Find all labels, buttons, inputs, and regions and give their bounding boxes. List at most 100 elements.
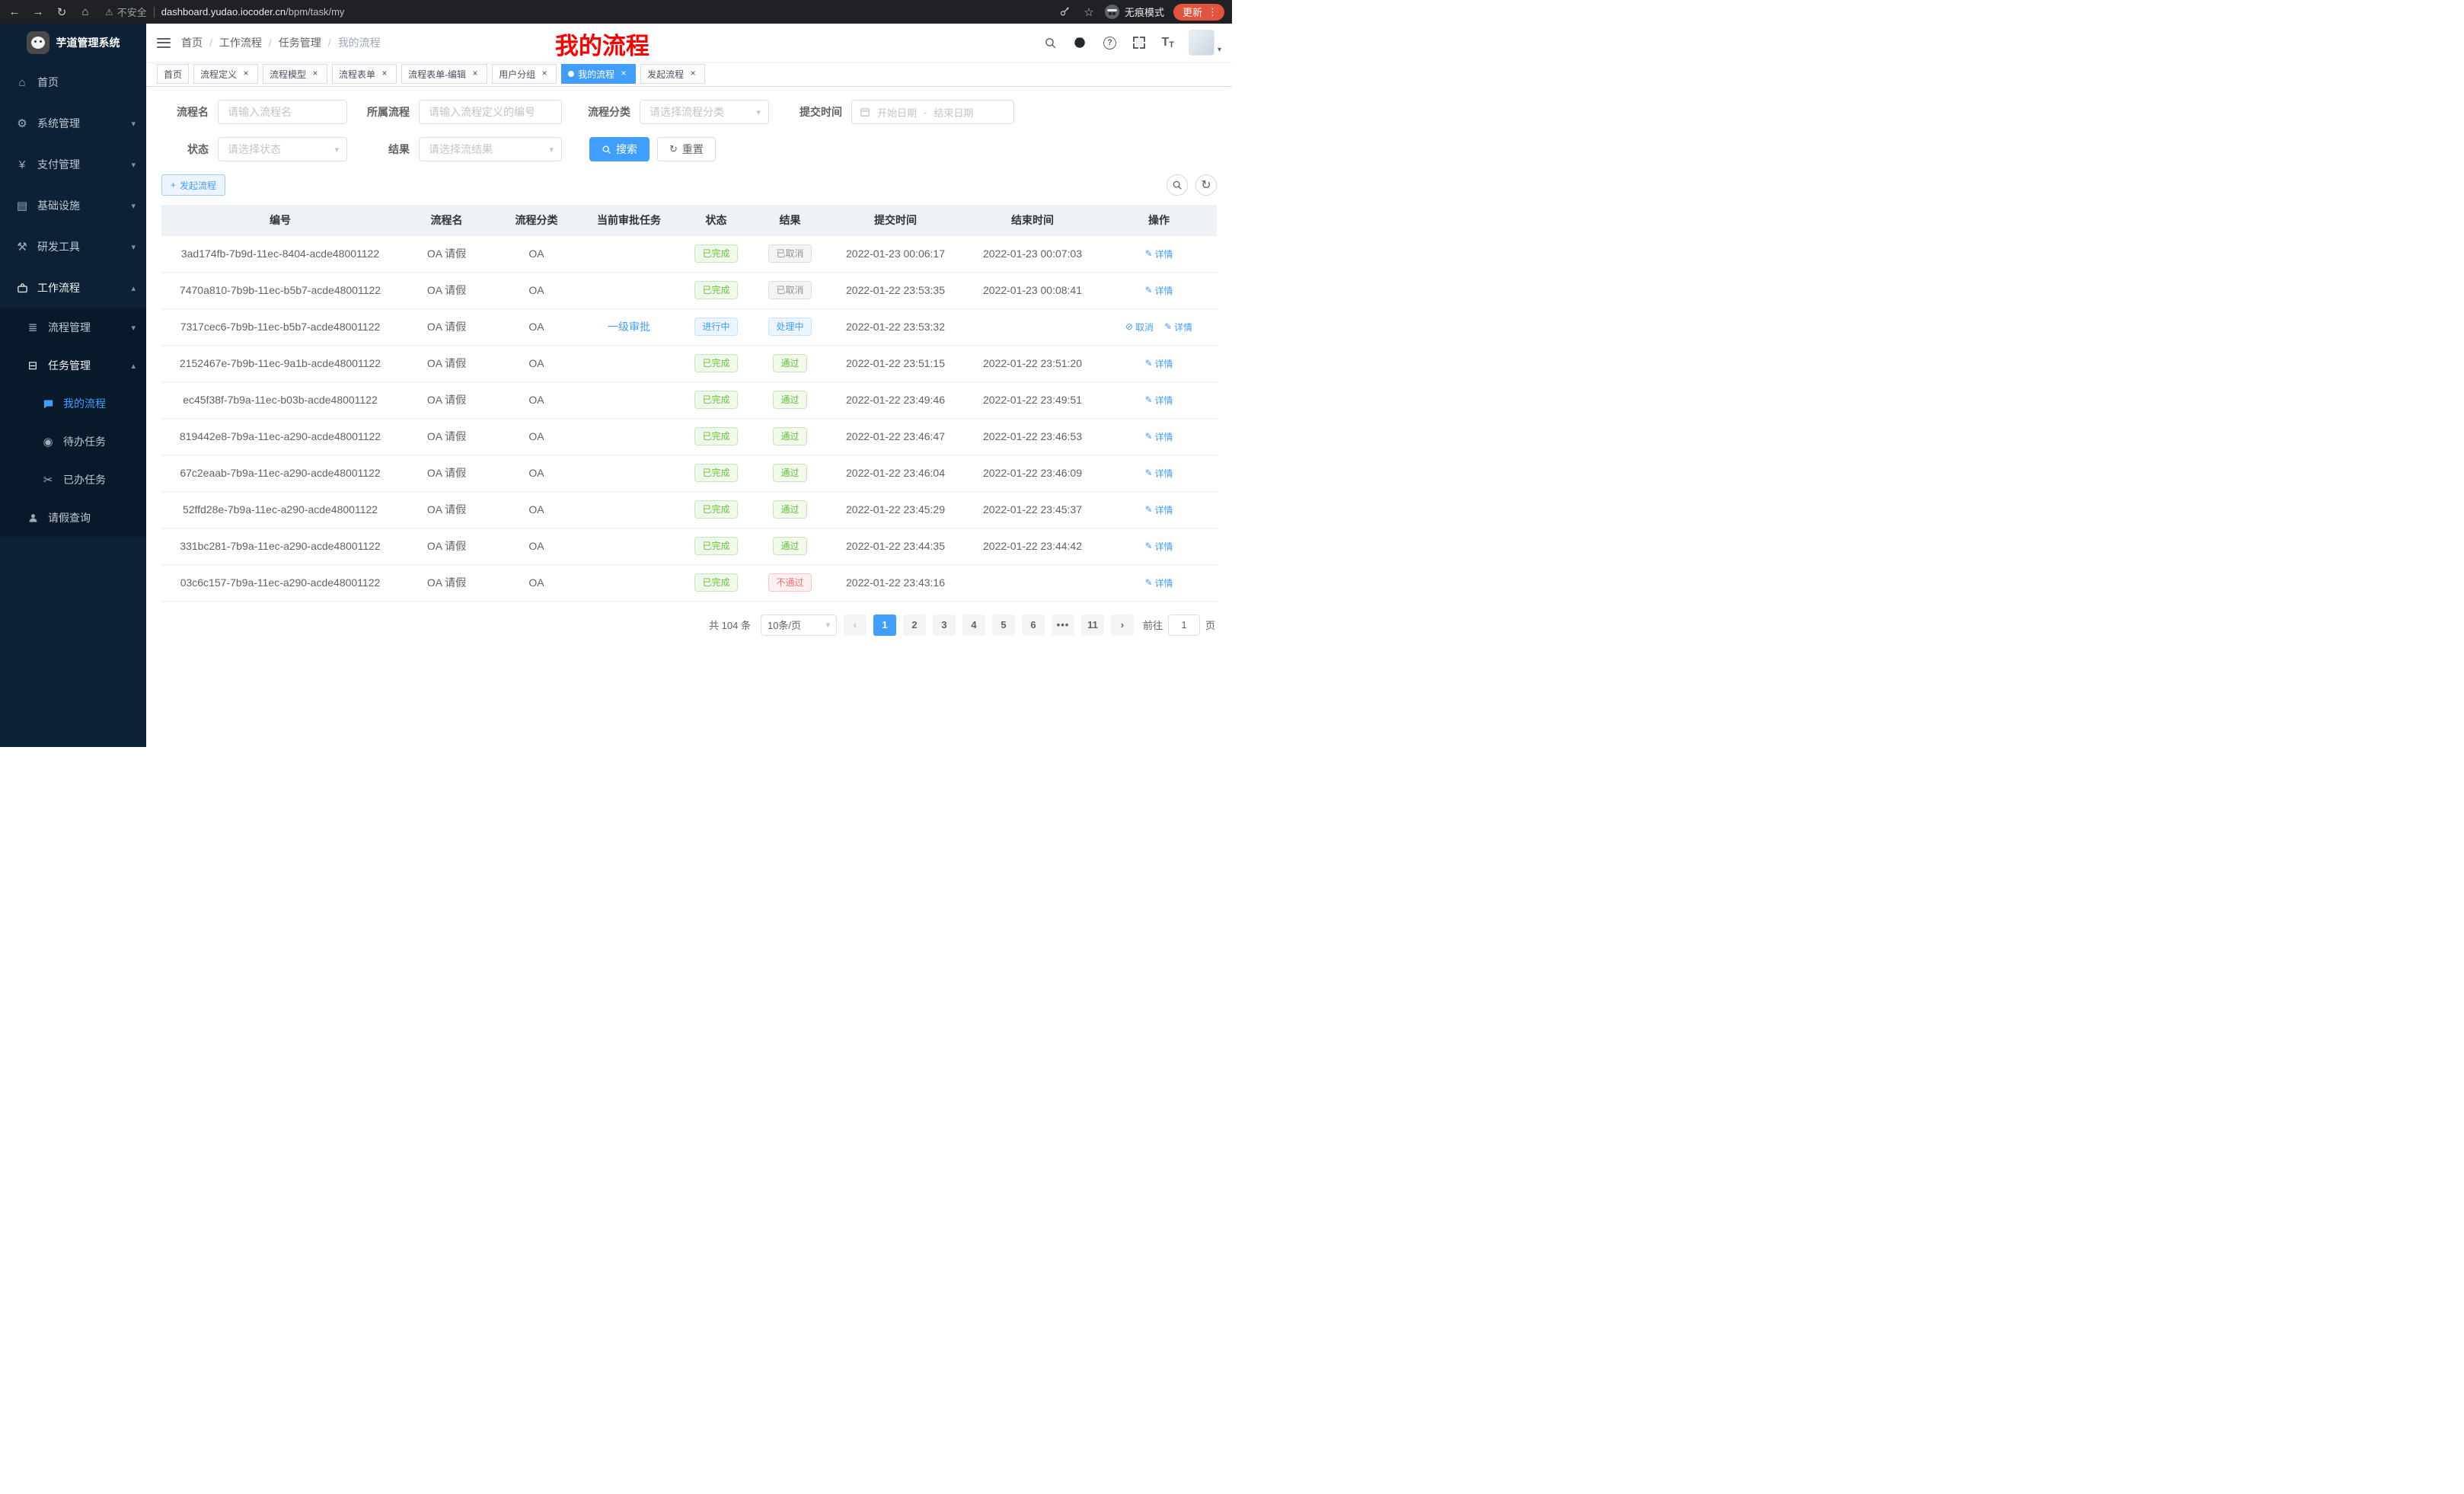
font-size-icon[interactable]: TT (1161, 36, 1174, 49)
status-badge: 已完成 (694, 427, 737, 445)
sidebar-item-label: 基础设施 (37, 198, 80, 213)
help-icon[interactable]: ? (1102, 35, 1117, 50)
tab-label: 流程表单-编辑 (408, 68, 466, 81)
sidebar-item-workflow[interactable]: 工作流程 ▴ (0, 267, 146, 308)
browser-back-button[interactable]: ← (8, 5, 21, 18)
sidebar-item-my-process[interactable]: 我的流程 (0, 385, 146, 423)
detail-link[interactable]: ✎详情 (1144, 540, 1173, 553)
tab-process-definition[interactable]: 流程定义 × (193, 64, 258, 84)
close-icon[interactable]: × (310, 69, 321, 79)
page-button-3[interactable]: 3 (933, 615, 956, 636)
sidebar-item-leave-query[interactable]: 请假查询 (0, 499, 146, 537)
link-label: 取消 (1135, 321, 1154, 334)
close-icon[interactable]: × (379, 69, 390, 79)
cell-id: ec45f38f-7b9a-11ec-b03b-acde48001122 (161, 381, 399, 418)
filter-status: 状态 请选择状态 ▾ (161, 137, 347, 161)
cell-end-time (964, 308, 1101, 345)
sidebar-item-process-management[interactable]: ≣ 流程管理 ▾ (0, 308, 146, 346)
detail-link[interactable]: ✎详情 (1164, 321, 1192, 334)
toggle-search-button[interactable] (1167, 174, 1188, 196)
tab-home[interactable]: 首页 (157, 64, 189, 84)
status-select[interactable]: 请选择状态 ▾ (218, 137, 347, 161)
fullscreen-icon[interactable] (1131, 35, 1147, 50)
tab-process-form-edit[interactable]: 流程表单-编辑 × (401, 64, 487, 84)
user-menu[interactable]: ▾ (1189, 30, 1221, 56)
cancel-link[interactable]: ⊘取消 (1125, 321, 1154, 334)
sidebar-item-label: 支付管理 (37, 157, 80, 172)
page-button-6[interactable]: 6 (1022, 615, 1045, 636)
sidebar-item-infrastructure[interactable]: ▤ 基础设施 ▾ (0, 185, 146, 226)
more-pages-button[interactable]: ••• (1052, 615, 1074, 636)
next-page-button[interactable]: › (1111, 615, 1134, 636)
cell-task (579, 235, 679, 272)
current-task-link[interactable]: 一级审批 (608, 321, 650, 333)
close-icon[interactable]: × (539, 69, 550, 79)
sidebar-item-system[interactable]: ⚙ 系统管理 ▾ (0, 103, 146, 144)
sidebar-item-label: 我的流程 (63, 396, 106, 411)
search-button[interactable]: 搜索 (589, 137, 650, 161)
breadcrumb-task-management[interactable]: 任务管理 (279, 35, 321, 50)
table-row: 7317cec6-7b9b-11ec-b5b7-acde48001122 OA … (161, 308, 1217, 345)
browser-reload-button[interactable]: ↻ (55, 5, 69, 19)
sidebar-item-home[interactable]: ⌂ 首页 (0, 62, 146, 103)
search-icon[interactable] (1042, 35, 1058, 50)
tab-start-process[interactable]: 发起流程 × (640, 64, 705, 84)
result-select[interactable]: 请选择流结果 ▾ (419, 137, 562, 161)
tab-my-process[interactable]: 我的流程 × (561, 64, 636, 84)
browser-forward-button[interactable]: → (31, 5, 45, 18)
cell-name: OA 请假 (399, 272, 494, 308)
page-button-1[interactable]: 1 (873, 615, 896, 636)
detail-link[interactable]: ✎详情 (1144, 467, 1173, 480)
date-range-picker[interactable]: 开始日期 - 结束日期 (851, 100, 1014, 124)
refresh-icon: ↻ (669, 143, 678, 155)
hamburger-icon[interactable] (146, 24, 181, 62)
page-button-11[interactable]: 11 (1081, 615, 1104, 636)
logo[interactable]: 芋道管理系统 (0, 24, 146, 62)
sidebar-item-devtools[interactable]: ⚒ 研发工具 ▾ (0, 226, 146, 267)
prev-page-button[interactable]: ‹ (844, 615, 867, 636)
github-icon[interactable] (1072, 35, 1087, 50)
sidebar-item-payment[interactable]: ¥ 支付管理 ▾ (0, 144, 146, 185)
sidebar-item-done-tasks[interactable]: ✂ 已办任务 (0, 461, 146, 499)
breadcrumb-workflow[interactable]: 工作流程 (219, 35, 262, 50)
close-icon[interactable]: × (241, 69, 251, 79)
cell-submit-time: 2022-01-22 23:49:46 (827, 381, 964, 418)
parent-process-input[interactable] (419, 100, 562, 124)
close-icon[interactable]: × (688, 69, 698, 79)
detail-link[interactable]: ✎详情 (1144, 394, 1173, 407)
tab-process-form[interactable]: 流程表单 × (332, 64, 397, 84)
close-icon[interactable]: × (618, 69, 629, 79)
browser-menu-kebab-icon[interactable]: ⋮ (1208, 6, 1218, 18)
detail-link[interactable]: ✎详情 (1144, 503, 1173, 516)
update-button[interactable]: 更新 ⋮ (1173, 4, 1224, 21)
page-button-2[interactable]: 2 (903, 615, 926, 636)
breadcrumb-home[interactable]: 首页 (181, 35, 203, 50)
cell-end-time: 2022-01-23 00:07:03 (964, 235, 1101, 272)
page-button-4[interactable]: 4 (962, 615, 985, 636)
browser-home-button[interactable]: ⌂ (78, 5, 92, 18)
sidebar-item-todo-tasks[interactable]: ◉ 待办任务 (0, 423, 146, 461)
start-process-button[interactable]: + 发起流程 (161, 174, 225, 196)
tab-user-group[interactable]: 用户分组 × (492, 64, 557, 84)
page-size-select[interactable]: 10条/页 ▾ (761, 615, 837, 636)
bookmark-star-icon[interactable]: ☆ (1082, 5, 1096, 19)
detail-link[interactable]: ✎详情 (1144, 247, 1173, 260)
security-indicator[interactable]: ⚠ 不安全 (105, 5, 147, 19)
tab-process-model[interactable]: 流程模型 × (263, 64, 327, 84)
result-badge: 通过 (773, 464, 806, 482)
refresh-button[interactable]: ↻ (1195, 174, 1217, 196)
detail-link[interactable]: ✎详情 (1144, 430, 1173, 443)
cell-category: OA (494, 455, 579, 491)
close-icon[interactable]: × (470, 69, 480, 79)
detail-link[interactable]: ✎详情 (1144, 576, 1173, 589)
key-icon[interactable] (1058, 5, 1073, 20)
reset-button[interactable]: ↻ 重置 (657, 137, 716, 161)
detail-link[interactable]: ✎详情 (1144, 357, 1173, 370)
goto-page-input[interactable] (1168, 615, 1200, 636)
category-select[interactable]: 请选择流程分类 ▾ (640, 100, 769, 124)
address-bar[interactable]: ⚠ 不安全 dashboard.yudao.iocoder.cn/bpm/tas… (105, 5, 1048, 19)
page-button-5[interactable]: 5 (992, 615, 1015, 636)
sidebar-item-task-management[interactable]: ⊟ 任务管理 ▴ (0, 346, 146, 385)
detail-link[interactable]: ✎详情 (1144, 284, 1173, 297)
process-name-input[interactable] (218, 100, 347, 124)
